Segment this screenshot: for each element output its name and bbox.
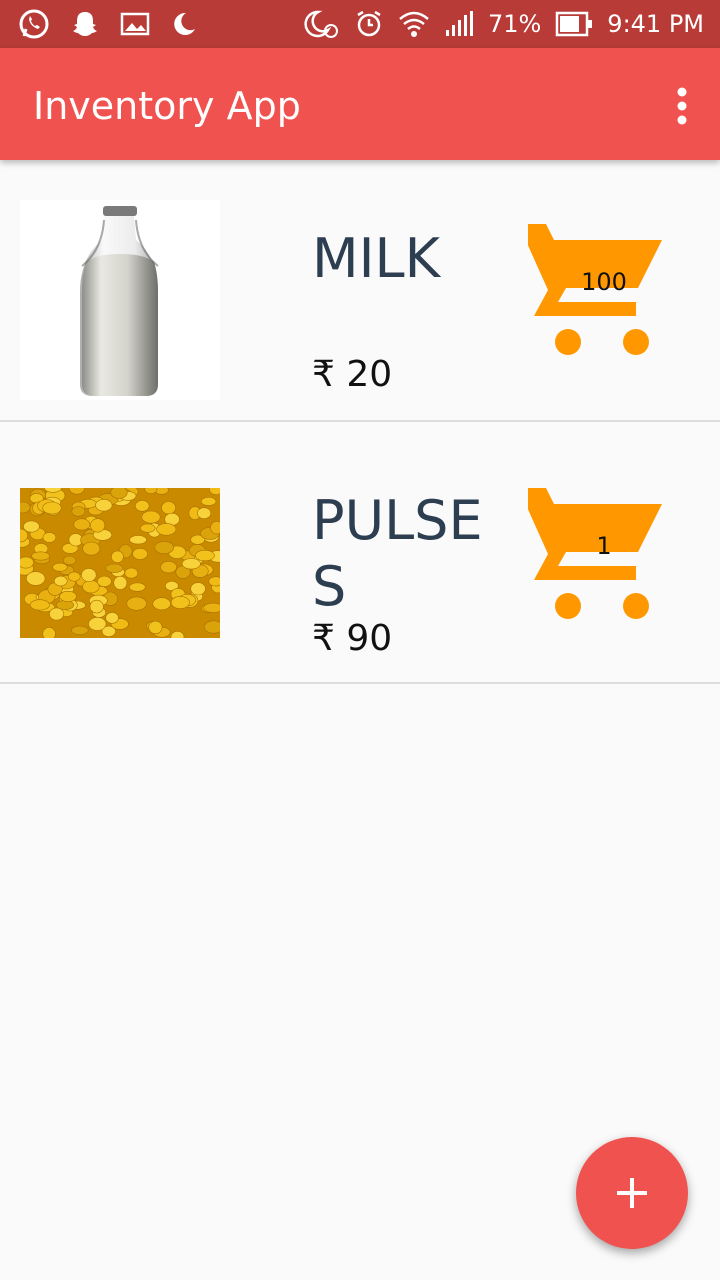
yellow-lentils-image [20, 488, 220, 638]
clock: 9:41 PM [607, 10, 704, 38]
snapchat-icon [73, 12, 97, 36]
battery-percent: 71% [487, 10, 542, 38]
wifi-icon [399, 11, 429, 37]
cart-button[interactable]: 100 [508, 220, 664, 356]
add-product-button[interactable] [576, 1137, 688, 1249]
product-row-milk[interactable]: MILK ₹ 20 100 [0, 160, 720, 422]
notification-icons [18, 8, 198, 40]
app-bar: Inventory App [0, 48, 720, 160]
milk-bottle-image [20, 200, 220, 400]
whatsapp-icon [19, 9, 49, 39]
app-title: Inventory App [33, 84, 301, 128]
battery-icon [556, 11, 593, 37]
system-icons: 71% 9:41 PM [304, 8, 704, 40]
product-row-pulses[interactable]: PULSES ₹ 90 1 [0, 422, 720, 684]
cart-button[interactable]: 1 [508, 484, 664, 620]
product-list: MILK ₹ 20 100 PULSES ₹ 90 1 [0, 160, 720, 684]
signal-icon [445, 11, 473, 36]
product-name: MILK [312, 227, 441, 290]
plus-icon [617, 1178, 647, 1208]
cart-quantity: 1 [596, 532, 612, 560]
status-bar: 71% 9:41 PM [0, 0, 720, 48]
alarm-icon [357, 10, 381, 37]
moon-icon [174, 12, 195, 35]
cart-quantity: 100 [581, 268, 627, 296]
gallery-icon [120, 12, 150, 36]
night-alarm-icon [304, 10, 338, 38]
product-price: ₹ 90 [312, 618, 393, 659]
product-name: PULSES [312, 489, 483, 618]
overflow-menu-icon[interactable] [672, 86, 692, 126]
product-price: ₹ 20 [312, 354, 393, 395]
